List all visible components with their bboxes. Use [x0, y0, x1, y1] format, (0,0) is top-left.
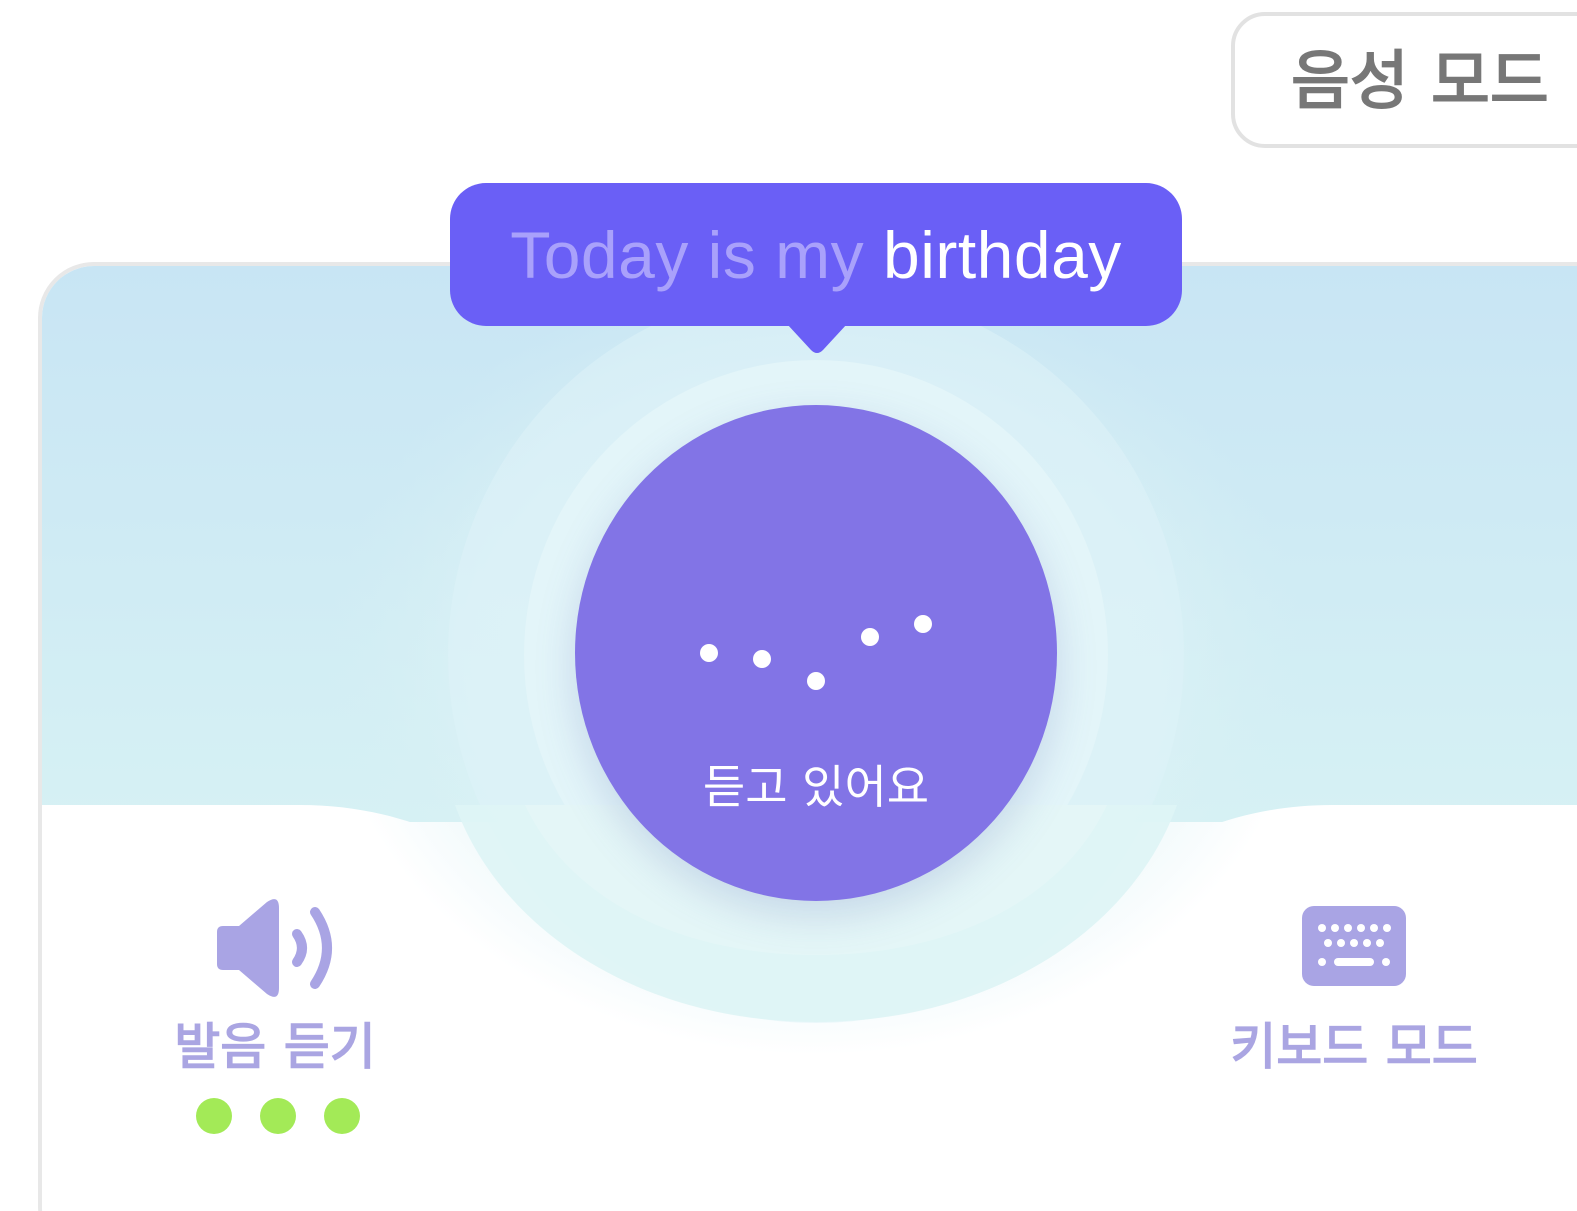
- sentence-current-word: birthday: [882, 218, 1122, 292]
- voice-wave-icon: [700, 615, 932, 690]
- keyboard-mode-label: 키보드 모드: [1230, 1018, 1478, 1076]
- voice-practice-screen: 음성 모드 Today is my birthday 듣고 있어요 발음 듣기: [0, 0, 1577, 1211]
- sentence-read-part: Today is my: [510, 218, 865, 292]
- listening-status: 듣고 있어요: [702, 760, 930, 814]
- progress-dot: [260, 1098, 296, 1134]
- microphone-button[interactable]: 듣고 있어요: [575, 405, 1057, 901]
- speech-bubble-tail: [787, 324, 847, 353]
- listen-pronunciation-button[interactable]: 발음 듣기: [160, 890, 390, 1140]
- listen-pronunciation-label: 발음 듣기: [174, 1018, 376, 1076]
- keyboard-mode-button[interactable]: 키보드 모드: [1226, 900, 1482, 1090]
- sentence-text: Today is my birthday: [450, 213, 1182, 297]
- progress-dot: [196, 1098, 232, 1134]
- speech-bubble: Today is my birthday: [450, 183, 1182, 326]
- progress-dot: [324, 1098, 360, 1134]
- voice-mode-label: 음성 모드: [1291, 45, 1549, 119]
- listen-progress-dots: [196, 1098, 360, 1136]
- speaker-icon: [217, 899, 332, 997]
- voice-mode-toggle[interactable]: 음성 모드: [1231, 12, 1577, 148]
- keyboard-icon: [1302, 906, 1406, 986]
